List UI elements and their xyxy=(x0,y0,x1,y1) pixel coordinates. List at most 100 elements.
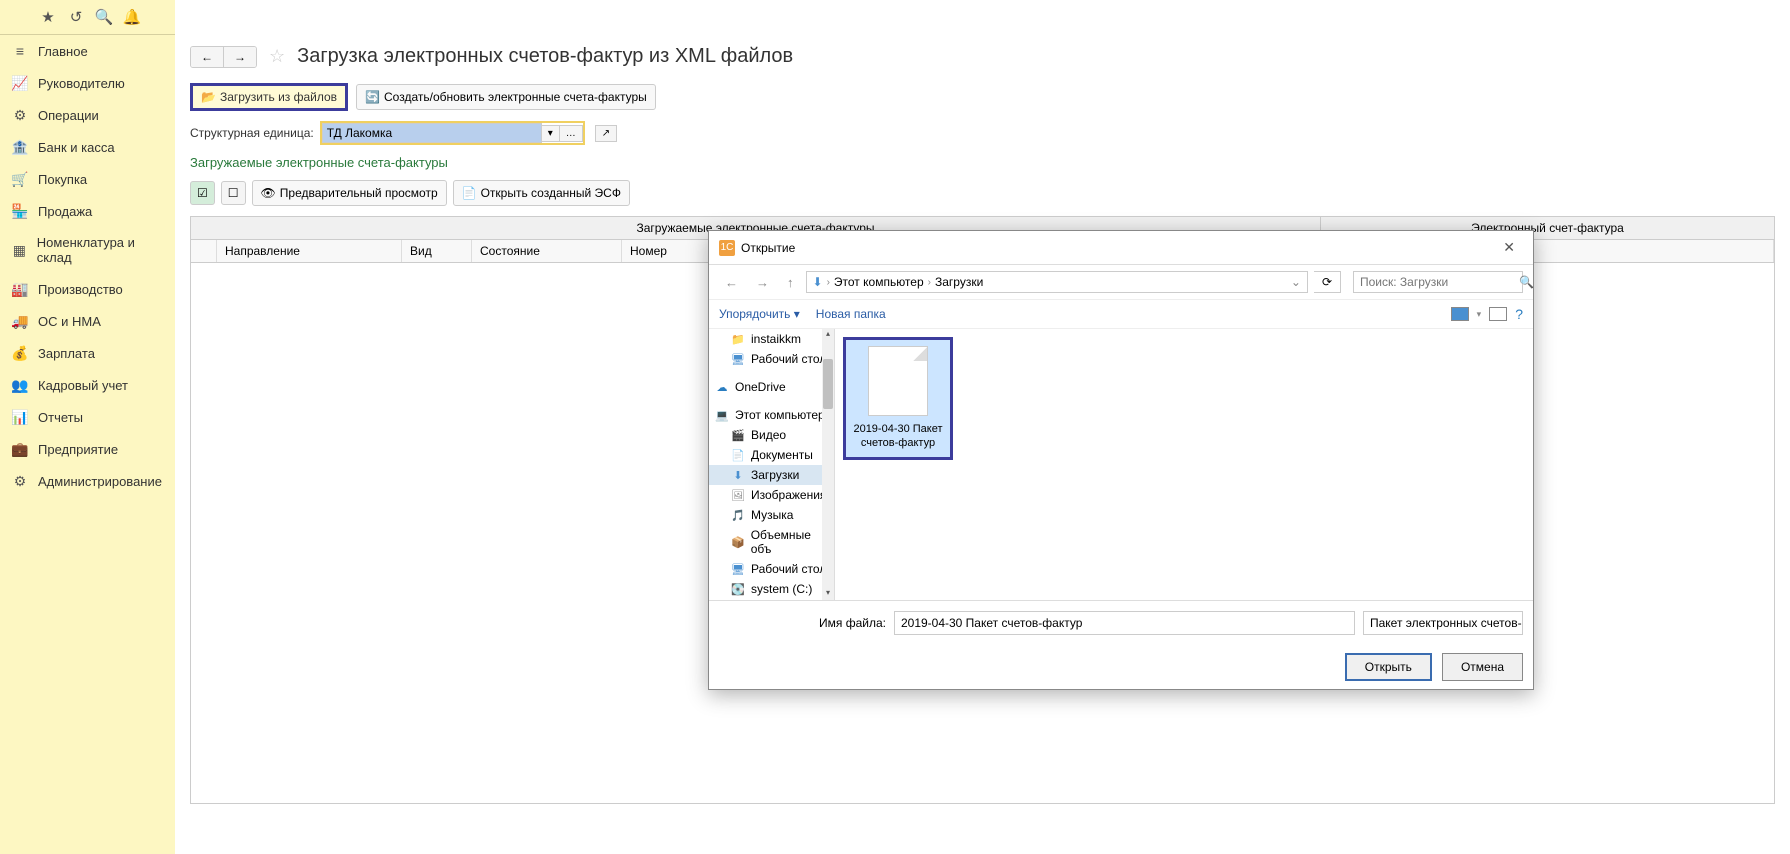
money-icon: 💰 xyxy=(12,345,28,361)
sidebar-label: Главное xyxy=(38,44,88,59)
view-dropdown-icon[interactable]: ▾ xyxy=(1477,309,1482,320)
sidebar-item-admin[interactable]: ⚙Администрирование xyxy=(0,465,175,497)
tree-computer[interactable]: 💻Этот компьютер xyxy=(709,405,834,425)
tree-instaikkm[interactable]: 📁instaikkm xyxy=(709,329,834,349)
preview-icon: 👁 xyxy=(261,186,276,200)
sidebar-item-reports[interactable]: 📊Отчеты xyxy=(0,401,175,433)
tree-system-c[interactable]: 💽system (C:) xyxy=(709,579,834,599)
dialog-actions: Открыть Отмена xyxy=(709,645,1533,689)
case-icon: 💼 xyxy=(12,441,28,457)
nav-back-button[interactable]: ← xyxy=(719,273,744,292)
desktop-icon: 🖥 xyxy=(731,353,745,365)
create-btn-label: Создать/обновить электронные счета-факту… xyxy=(384,90,647,104)
check-all-button[interactable]: ☑ xyxy=(190,181,215,205)
tree-onedrive[interactable]: ☁OneDrive xyxy=(709,377,834,397)
sidebar-item-hr[interactable]: 👥Кадровый учет xyxy=(0,369,175,401)
refresh-button[interactable]: ⟳ xyxy=(1314,271,1341,293)
uncheck-all-button[interactable]: ☐ xyxy=(221,181,246,205)
sidebar-item-main[interactable]: ≡ Главное xyxy=(0,35,175,67)
open-esf-label: Открыть созданный ЭСФ xyxy=(481,186,621,200)
tree-images[interactable]: 🖼Изображения xyxy=(709,485,834,505)
bc-downloads[interactable]: Загрузки xyxy=(935,275,983,289)
tree-downloads[interactable]: ⬇Загрузки xyxy=(709,465,834,485)
sidebar-item-manager[interactable]: 📈Руководителю xyxy=(0,67,175,99)
th-direction[interactable]: Направление xyxy=(217,240,402,262)
new-folder-button[interactable]: Новая папка xyxy=(816,307,886,321)
open-button[interactable]: Открыть xyxy=(1345,653,1432,681)
nav-forward-button[interactable]: → xyxy=(750,273,775,292)
view-icons-button[interactable] xyxy=(1451,307,1469,321)
toolbar-row: ☑ ☐ 👁Предварительный просмотр 📄Открыть с… xyxy=(175,175,1790,211)
sidebar-label: ОС и НМА xyxy=(38,314,101,329)
favorite-icon[interactable]: ☆ xyxy=(269,46,285,67)
sidebar-item-operations[interactable]: ⚙Операции xyxy=(0,99,175,131)
back-button[interactable]: ← xyxy=(191,47,223,67)
tree-desktop[interactable]: 🖥Рабочий стол xyxy=(709,349,834,369)
forward-button[interactable]: → xyxy=(223,47,256,67)
tree-label: Музыка xyxy=(751,508,793,522)
chart-icon: 📈 xyxy=(12,75,28,91)
bell-icon[interactable]: 🔔 xyxy=(122,7,142,27)
sidebar-item-enterprise[interactable]: 💼Предприятие xyxy=(0,433,175,465)
close-button[interactable]: ✕ xyxy=(1495,237,1523,258)
nav-up-button[interactable]: ↑ xyxy=(781,273,800,292)
sidebar-label: Зарплата xyxy=(38,346,95,361)
scroll-down-icon[interactable]: ▾ xyxy=(822,588,834,600)
sidebar-item-bank[interactable]: 🏦Банк и касса xyxy=(0,131,175,163)
search-input[interactable] xyxy=(1360,275,1515,289)
tree-music[interactable]: 🎵Музыка xyxy=(709,505,834,525)
tree-video[interactable]: 🎬Видео xyxy=(709,425,834,445)
sidebar-item-nomenclature[interactable]: ▦Номенклатура и склад xyxy=(0,227,175,273)
open-esf-button[interactable]: 📄Открыть созданный ЭСФ xyxy=(453,180,630,206)
view-details-button[interactable] xyxy=(1489,307,1507,321)
organize-button[interactable]: Упорядочить ▾ xyxy=(719,307,800,321)
struct-dropdown-button[interactable]: ▾ xyxy=(542,125,560,142)
sidebar-label: Администрирование xyxy=(38,474,162,489)
sidebar-item-os[interactable]: 🚚ОС и НМА xyxy=(0,305,175,337)
search-icon[interactable]: 🔍 xyxy=(94,7,114,27)
sidebar-item-purchase[interactable]: 🛒Покупка xyxy=(0,163,175,195)
bank-icon: 🏦 xyxy=(12,139,28,155)
struct-more-button[interactable]: … xyxy=(560,125,583,142)
apps-icon[interactable] xyxy=(10,7,30,27)
th-type[interactable]: Вид xyxy=(402,240,472,262)
tree-volumes[interactable]: 📦Объемные объ xyxy=(709,525,834,559)
breadcrumb[interactable]: ⬇ › Этот компьютер › Загрузки ⌄ xyxy=(806,271,1308,293)
struct-input[interactable] xyxy=(322,123,542,143)
scroll-up-icon[interactable]: ▴ xyxy=(822,329,834,341)
create-update-button[interactable]: 🔄Создать/обновить электронные счета-факт… xyxy=(356,84,656,110)
home-icon: ≡ xyxy=(12,43,28,59)
tree-scrollbar[interactable]: ▴ ▾ xyxy=(822,329,834,600)
bc-computer[interactable]: Этот компьютер xyxy=(834,275,924,289)
scroll-thumb[interactable] xyxy=(823,359,833,409)
help-icon[interactable]: ? xyxy=(1515,306,1523,322)
th-check[interactable] xyxy=(191,240,217,262)
tree-label: Рабочий стол xyxy=(751,562,826,576)
sidebar-item-production[interactable]: 🏭Производство xyxy=(0,273,175,305)
tree-desktop2[interactable]: 🖥 Рабочий стол xyxy=(709,559,834,579)
star-icon[interactable]: ★ xyxy=(38,7,58,27)
tree-label: instaikkm xyxy=(751,332,801,346)
desktop-icon: 🖥 xyxy=(731,563,745,575)
th-state[interactable]: Состояние xyxy=(472,240,622,262)
sidebar-item-sale[interactable]: 🏪Продажа xyxy=(0,195,175,227)
filename-input[interactable] xyxy=(894,611,1355,635)
page-title: Загрузка электронных счетов-фактур из XM… xyxy=(297,45,793,68)
sidebar-item-salary[interactable]: 💰 Зарплата xyxy=(0,337,175,369)
tree-data-e[interactable]: 💽data (E:) xyxy=(709,599,834,600)
cancel-button[interactable]: Отмена xyxy=(1442,653,1523,681)
preview-button[interactable]: 👁Предварительный просмотр xyxy=(252,180,447,206)
bc-sep: › xyxy=(827,277,830,288)
dialog-nav: ← → ↑ ⬇ › Этот компьютер › Загрузки ⌄ ⟳ … xyxy=(709,265,1533,300)
section-title: Загружаемые электронные счета-фактуры xyxy=(175,150,1790,175)
filter-dropdown[interactable]: Пакет электронных счетов-фа ⌄ xyxy=(1363,611,1523,635)
search-box[interactable]: 🔍 xyxy=(1353,271,1523,293)
file-item-selected[interactable]: 2019-04-30 Пакет счетов-фактур xyxy=(843,337,953,460)
load-from-files-button[interactable]: 📂Загрузить из файлов xyxy=(190,83,348,111)
file-open-dialog: 1C Открытие ✕ ← → ↑ ⬇ › Этот компьютер ›… xyxy=(708,230,1534,690)
file-list: 2019-04-30 Пакет счетов-фактур xyxy=(835,329,1533,600)
struct-open-button[interactable]: ↗ xyxy=(595,125,617,142)
bc-dropdown-icon[interactable]: ⌄ xyxy=(1291,275,1301,289)
history-icon[interactable]: ↺ xyxy=(66,7,86,27)
tree-documents[interactable]: 📄Документы xyxy=(709,445,834,465)
